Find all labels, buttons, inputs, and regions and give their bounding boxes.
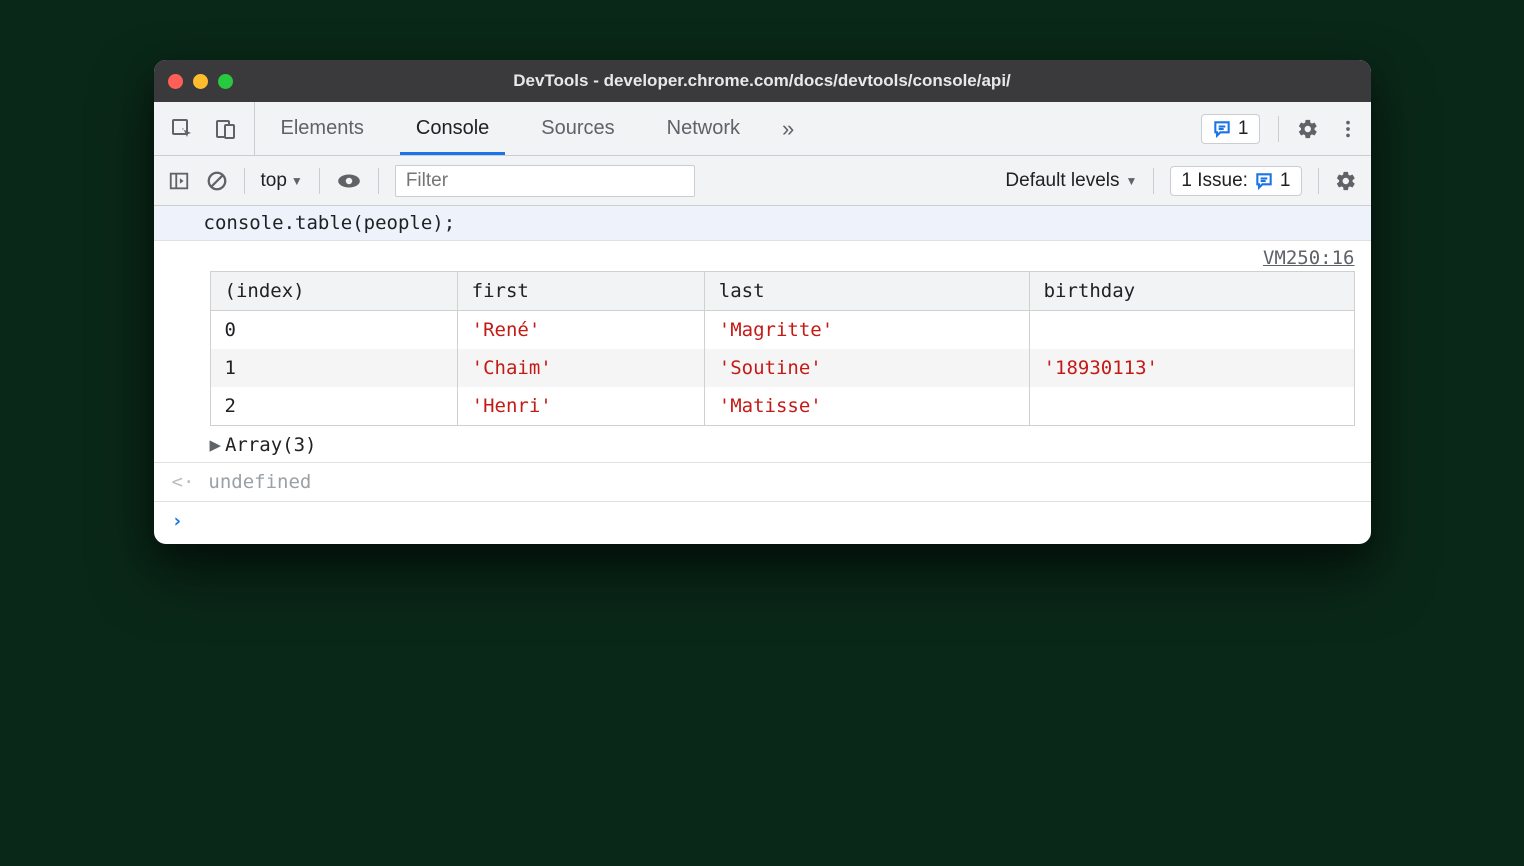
table-row: 1 'Chaim' 'Soutine' '18930113' [210, 349, 1354, 387]
cell-birthday [1029, 387, 1354, 426]
array-summary: Array(3) [225, 434, 317, 456]
issues-label: 1 Issue: [1181, 170, 1248, 192]
divider [244, 168, 245, 194]
array-expand-toggle[interactable]: ▶ Array(3) [154, 430, 1371, 463]
cell-last: 'Soutine' [704, 349, 1029, 387]
messages-count: 1 [1238, 118, 1249, 140]
table-row: 2 'Henri' 'Matisse' [210, 387, 1354, 426]
tab-sources[interactable]: Sources [515, 102, 640, 155]
issues-chip[interactable]: 1 Issue: 1 [1170, 166, 1301, 196]
titlebar: DevTools - developer.chrome.com/docs/dev… [154, 60, 1371, 102]
console-table: (index) first last birthday 0 'René' 'Ma… [154, 271, 1371, 430]
tab-network[interactable]: Network [641, 102, 766, 155]
return-arrow-icon: <· [172, 471, 195, 493]
console-output: console.table(people); VM250:16 (index) … [154, 206, 1371, 544]
panel-tabs: Elements Console Sources Network [255, 102, 767, 155]
window-title: DevTools - developer.chrome.com/docs/dev… [513, 71, 1011, 91]
devtools-window: DevTools - developer.chrome.com/docs/dev… [154, 60, 1371, 544]
return-value-row: <· undefined [154, 463, 1371, 502]
inspect-tools [154, 102, 255, 155]
cell-birthday [1029, 311, 1354, 350]
log-levels-selector[interactable]: Default levels ▼ [1005, 170, 1137, 192]
console-prompt[interactable]: › [154, 502, 1371, 544]
tabbar-right: 1 [1189, 102, 1371, 155]
source-link[interactable]: VM250:16 [154, 241, 1371, 271]
traffic-lights [168, 74, 233, 89]
prompt-icon: › [172, 510, 183, 532]
chevron-down-icon: ▼ [1125, 174, 1137, 188]
console-settings-icon[interactable] [1335, 170, 1357, 192]
return-value: undefined [208, 471, 311, 493]
cell-first: 'Chaim' [457, 349, 704, 387]
issues-count: 1 [1280, 170, 1291, 192]
cell-index: 2 [210, 387, 457, 426]
tab-label: Elements [281, 117, 364, 140]
tab-label: Console [416, 117, 489, 140]
divider [378, 168, 379, 194]
more-icon[interactable] [1337, 118, 1359, 140]
messages-chip[interactable]: 1 [1201, 114, 1260, 144]
cell-last: 'Matisse' [704, 387, 1029, 426]
col-index[interactable]: (index) [210, 272, 457, 311]
zoom-window-button[interactable] [218, 74, 233, 89]
cell-first: 'René' [457, 311, 704, 350]
divider [1278, 116, 1279, 142]
message-icon [1254, 171, 1274, 191]
col-birthday[interactable]: birthday [1029, 272, 1354, 311]
toggle-sidebar-icon[interactable] [168, 170, 190, 192]
cell-last: 'Magritte' [704, 311, 1029, 350]
code-text: console.table(people); [204, 212, 456, 234]
console-toolbar: top ▼ Default levels ▼ 1 Issue: 1 [154, 156, 1371, 206]
table-header-row: (index) first last birthday [210, 272, 1354, 311]
caret-right-icon: ▶ [210, 434, 221, 456]
context-label: top [261, 170, 287, 192]
tab-label: Network [667, 117, 740, 140]
divider [319, 168, 320, 194]
table-row: 0 'René' 'Magritte' [210, 311, 1354, 350]
message-icon [1212, 119, 1232, 139]
col-last[interactable]: last [704, 272, 1029, 311]
col-first[interactable]: first [457, 272, 704, 311]
cell-first: 'Henri' [457, 387, 704, 426]
chevron-double-right-icon: » [782, 116, 794, 142]
divider [1318, 168, 1319, 194]
device-toggle-icon[interactable] [214, 117, 238, 141]
cell-index: 0 [210, 311, 457, 350]
inspect-element-icon[interactable] [170, 117, 194, 141]
tab-console[interactable]: Console [390, 102, 515, 155]
close-window-button[interactable] [168, 74, 183, 89]
live-expression-icon[interactable] [336, 168, 362, 194]
tabs-overflow-button[interactable]: » [766, 102, 810, 155]
console-input-echo: console.table(people); [154, 206, 1371, 241]
tabbar: Elements Console Sources Network » 1 [154, 102, 1371, 156]
tab-label: Sources [541, 117, 614, 140]
chevron-down-icon: ▼ [291, 174, 303, 188]
cell-index: 1 [210, 349, 457, 387]
divider [1153, 168, 1154, 194]
cell-birthday: '18930113' [1029, 349, 1354, 387]
context-selector[interactable]: top ▼ [261, 170, 303, 192]
filter-input[interactable] [395, 165, 695, 197]
minimize-window-button[interactable] [193, 74, 208, 89]
levels-label: Default levels [1005, 170, 1119, 192]
settings-icon[interactable] [1297, 118, 1319, 140]
clear-console-icon[interactable] [206, 170, 228, 192]
tab-elements[interactable]: Elements [255, 102, 390, 155]
